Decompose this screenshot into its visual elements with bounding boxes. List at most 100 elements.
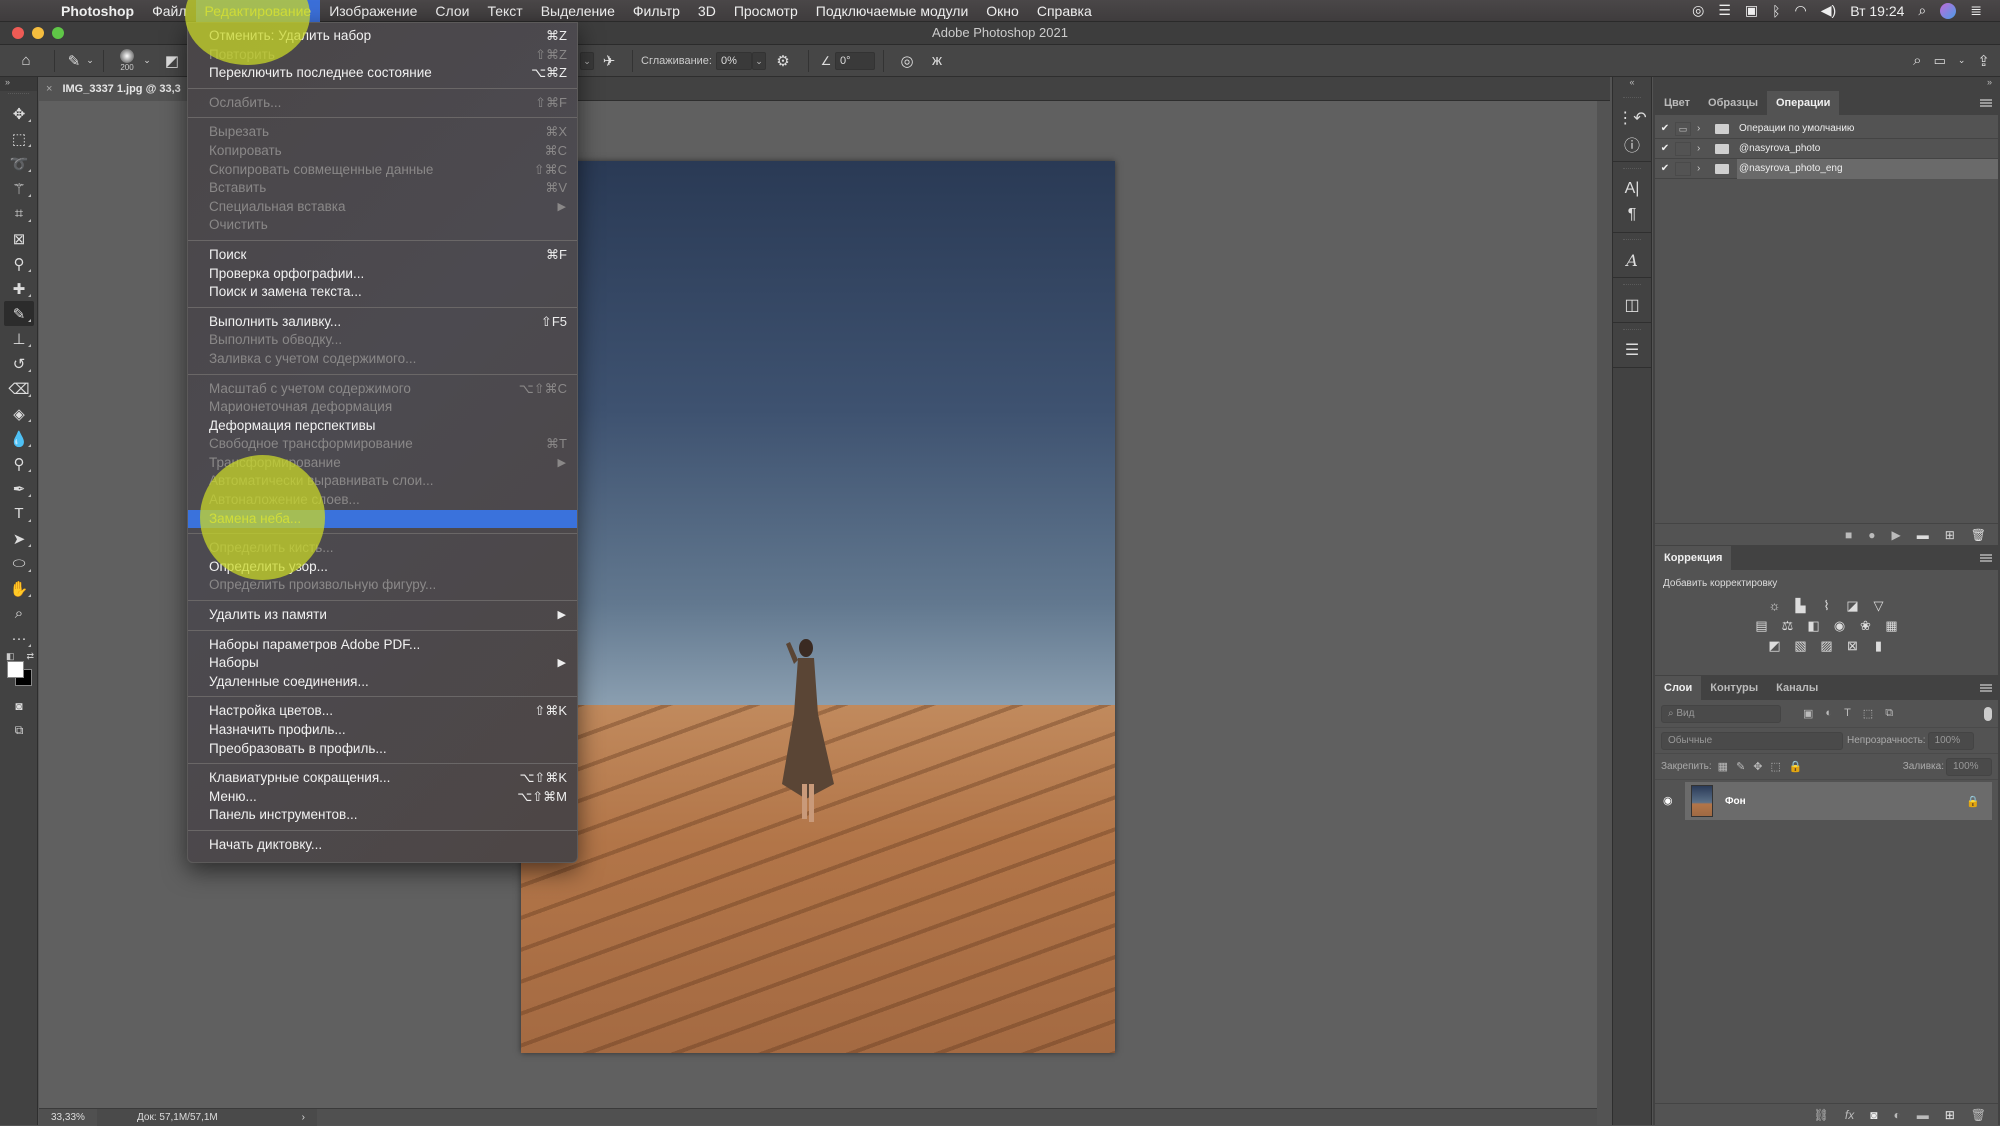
- tab-channels[interactable]: Каналы: [1767, 676, 1827, 700]
- menu-item[interactable]: Клавиатурные сокращения... ⌥⇧⌘K: [188, 769, 577, 788]
- panel-grip[interactable]: [1623, 97, 1641, 101]
- chevron-right-icon[interactable]: ›: [1697, 123, 1711, 134]
- workspace-icon[interactable]: ▭: [1934, 53, 1946, 69]
- lock-pixels-icon[interactable]: ✎: [1736, 760, 1745, 773]
- share-icon[interactable]: ⇪: [1977, 52, 1990, 70]
- libraries-panel-icon[interactable]: ◫: [1613, 292, 1651, 318]
- wifi-icon[interactable]: ◠: [1795, 2, 1807, 19]
- black-white-icon[interactable]: ◧: [1806, 619, 1822, 633]
- menu-item[interactable]: Замена неба...: [188, 509, 577, 529]
- record-icon[interactable]: ●: [1868, 528, 1875, 542]
- menu-item[interactable]: Назначить профиль...: [188, 721, 577, 740]
- type-tool[interactable]: T: [4, 501, 34, 526]
- menu-item[interactable]: Панель инструментов...: [188, 806, 577, 825]
- tab-layers[interactable]: Слои: [1655, 676, 1702, 700]
- screen-mode-icon[interactable]: ⧉: [4, 718, 34, 743]
- chevron-down-icon[interactable]: ⌄: [1958, 55, 1966, 66]
- menu-type[interactable]: Текст: [478, 0, 531, 22]
- eyedropper-tool[interactable]: ⚲: [4, 251, 34, 276]
- foreground-color-swatch[interactable]: [7, 661, 24, 678]
- brush-preset-icon[interactable]: ✎: [63, 52, 85, 70]
- creative-cloud-icon[interactable]: ◎: [1692, 2, 1704, 19]
- quick-mask-icon[interactable]: ◙: [4, 693, 34, 718]
- checkmark-icon[interactable]: ✔: [1655, 163, 1675, 174]
- new-layer-icon[interactable]: ⊞: [1945, 1108, 1955, 1122]
- panel-menu-icon[interactable]: [1980, 684, 1992, 692]
- ellipse-tool[interactable]: ⬭: [4, 551, 34, 576]
- posterize-icon[interactable]: ▧: [1793, 639, 1809, 653]
- filter-shape-icon[interactable]: ⬚: [1863, 707, 1873, 720]
- chevron-right-icon[interactable]: ›: [1697, 143, 1711, 154]
- pressure-size-icon[interactable]: ◎: [892, 52, 922, 70]
- doc-info[interactable]: Док: 57,1M/57,1M ›: [97, 1108, 317, 1126]
- search-icon[interactable]: ⌕: [1913, 52, 1921, 69]
- eye-icon[interactable]: ◉: [1663, 794, 1673, 807]
- siri-icon[interactable]: [1940, 2, 1957, 19]
- brush-angle-input[interactable]: 0°: [834, 51, 875, 70]
- paragraph-panel-icon[interactable]: ¶: [1613, 202, 1651, 228]
- airbrush-icon[interactable]: ✈: [594, 52, 624, 70]
- tab-adjustments[interactable]: Коррекция: [1655, 546, 1732, 570]
- notification-center-icon[interactable]: ≣: [1970, 2, 1982, 19]
- panel-grip[interactable]: [1623, 239, 1641, 243]
- menu-item[interactable]: Поиск и замена текста...: [188, 283, 577, 302]
- tab-paths[interactable]: Контуры: [1701, 676, 1767, 700]
- menu-filter[interactable]: Фильтр: [624, 0, 689, 22]
- smoothing-input[interactable]: 0%: [715, 51, 752, 70]
- filter-type-icon[interactable]: T: [1844, 707, 1851, 720]
- tab-color[interactable]: Цвет: [1655, 91, 1699, 115]
- menu-item[interactable]: Поиск ⌘F: [188, 246, 577, 265]
- volume-icon[interactable]: ◀): [1821, 2, 1836, 19]
- brush-size-picker[interactable]: 200: [112, 49, 142, 72]
- more-tools-icon[interactable]: ···: [4, 626, 34, 651]
- home-icon[interactable]: ⌂: [6, 52, 46, 69]
- play-icon[interactable]: ▶: [1891, 528, 1900, 542]
- menu-plugins[interactable]: Подключаемые модули: [807, 0, 978, 22]
- glyphs-panel-icon[interactable]: A: [1613, 247, 1651, 273]
- lock-artboard-icon[interactable]: ⬚: [1771, 760, 1781, 773]
- menu-select[interactable]: Выделение: [532, 0, 624, 22]
- menu-item[interactable]: Преобразовать в профиль...: [188, 740, 577, 759]
- panel-menu-icon[interactable]: [1980, 554, 1992, 562]
- properties-panel-icon[interactable]: ☰: [1613, 337, 1651, 363]
- layer-name[interactable]: Фон: [1725, 796, 1746, 807]
- delete-icon[interactable]: 🗑: [1971, 528, 1986, 542]
- menu-item[interactable]: Переключить последнее состояние ⌥⌘Z: [188, 64, 577, 83]
- smoothing-dropdown[interactable]: ⌄: [751, 51, 766, 70]
- clone-stamp-tool[interactable]: ⊥: [4, 326, 34, 351]
- lock-all-icon[interactable]: 🔒: [1789, 760, 1803, 773]
- menu-item[interactable]: Начать диктовку...: [188, 836, 577, 855]
- chevron-down-icon[interactable]: ⌄: [142, 55, 152, 66]
- marquee-tool[interactable]: ⬚: [4, 126, 34, 151]
- magic-wand-tool[interactable]: ⚚: [4, 176, 34, 201]
- vibrance-icon[interactable]: ▽: [1871, 599, 1887, 613]
- swap-colors-icon[interactable]: ⇄: [26, 651, 34, 662]
- frame-tool[interactable]: ⊠: [4, 226, 34, 251]
- eraser-tool[interactable]: ⌫: [4, 376, 34, 401]
- menu-layers[interactable]: Слои: [426, 0, 478, 22]
- menu-3d[interactable]: 3D: [689, 0, 725, 22]
- new-set-folder-icon[interactable]: ▬: [1917, 528, 1929, 542]
- brightness-contrast-icon[interactable]: ☼: [1767, 599, 1783, 613]
- menu-item[interactable]: Настройка цветов... ⇧⌘K: [188, 702, 577, 721]
- menu-edit[interactable]: Редактирование: [195, 0, 321, 22]
- fill-input[interactable]: 100%: [1946, 757, 1992, 776]
- menu-window[interactable]: Окно: [977, 0, 1028, 22]
- invert-icon[interactable]: ◩: [1767, 639, 1783, 653]
- filter-pixel-icon[interactable]: ▣: [1803, 707, 1813, 720]
- opacity-input[interactable]: 100%: [1927, 731, 1974, 750]
- filter-toggle[interactable]: [1984, 706, 1992, 721]
- smoothing-options-gear-icon[interactable]: ⚙: [766, 52, 800, 70]
- threshold-icon[interactable]: ▨: [1819, 639, 1835, 653]
- chevron-down-icon[interactable]: ⌄: [85, 55, 95, 66]
- flow-dropdown[interactable]: ⌄: [580, 51, 594, 70]
- document-image[interactable]: [521, 161, 1115, 1053]
- move-tool[interactable]: ✥: [4, 101, 34, 126]
- fx-icon[interactable]: fx: [1845, 1108, 1854, 1122]
- color-lookup-icon[interactable]: ▦: [1884, 619, 1900, 633]
- filter-smart-object-icon[interactable]: ⧉: [1885, 707, 1893, 720]
- lock-transparent-icon[interactable]: ▦: [1718, 760, 1728, 773]
- photo-filter-icon[interactable]: ◉: [1832, 619, 1848, 633]
- menu-item[interactable]: Проверка орфографии...: [188, 265, 577, 284]
- info-panel-icon[interactable]: ⓘ: [1613, 131, 1651, 157]
